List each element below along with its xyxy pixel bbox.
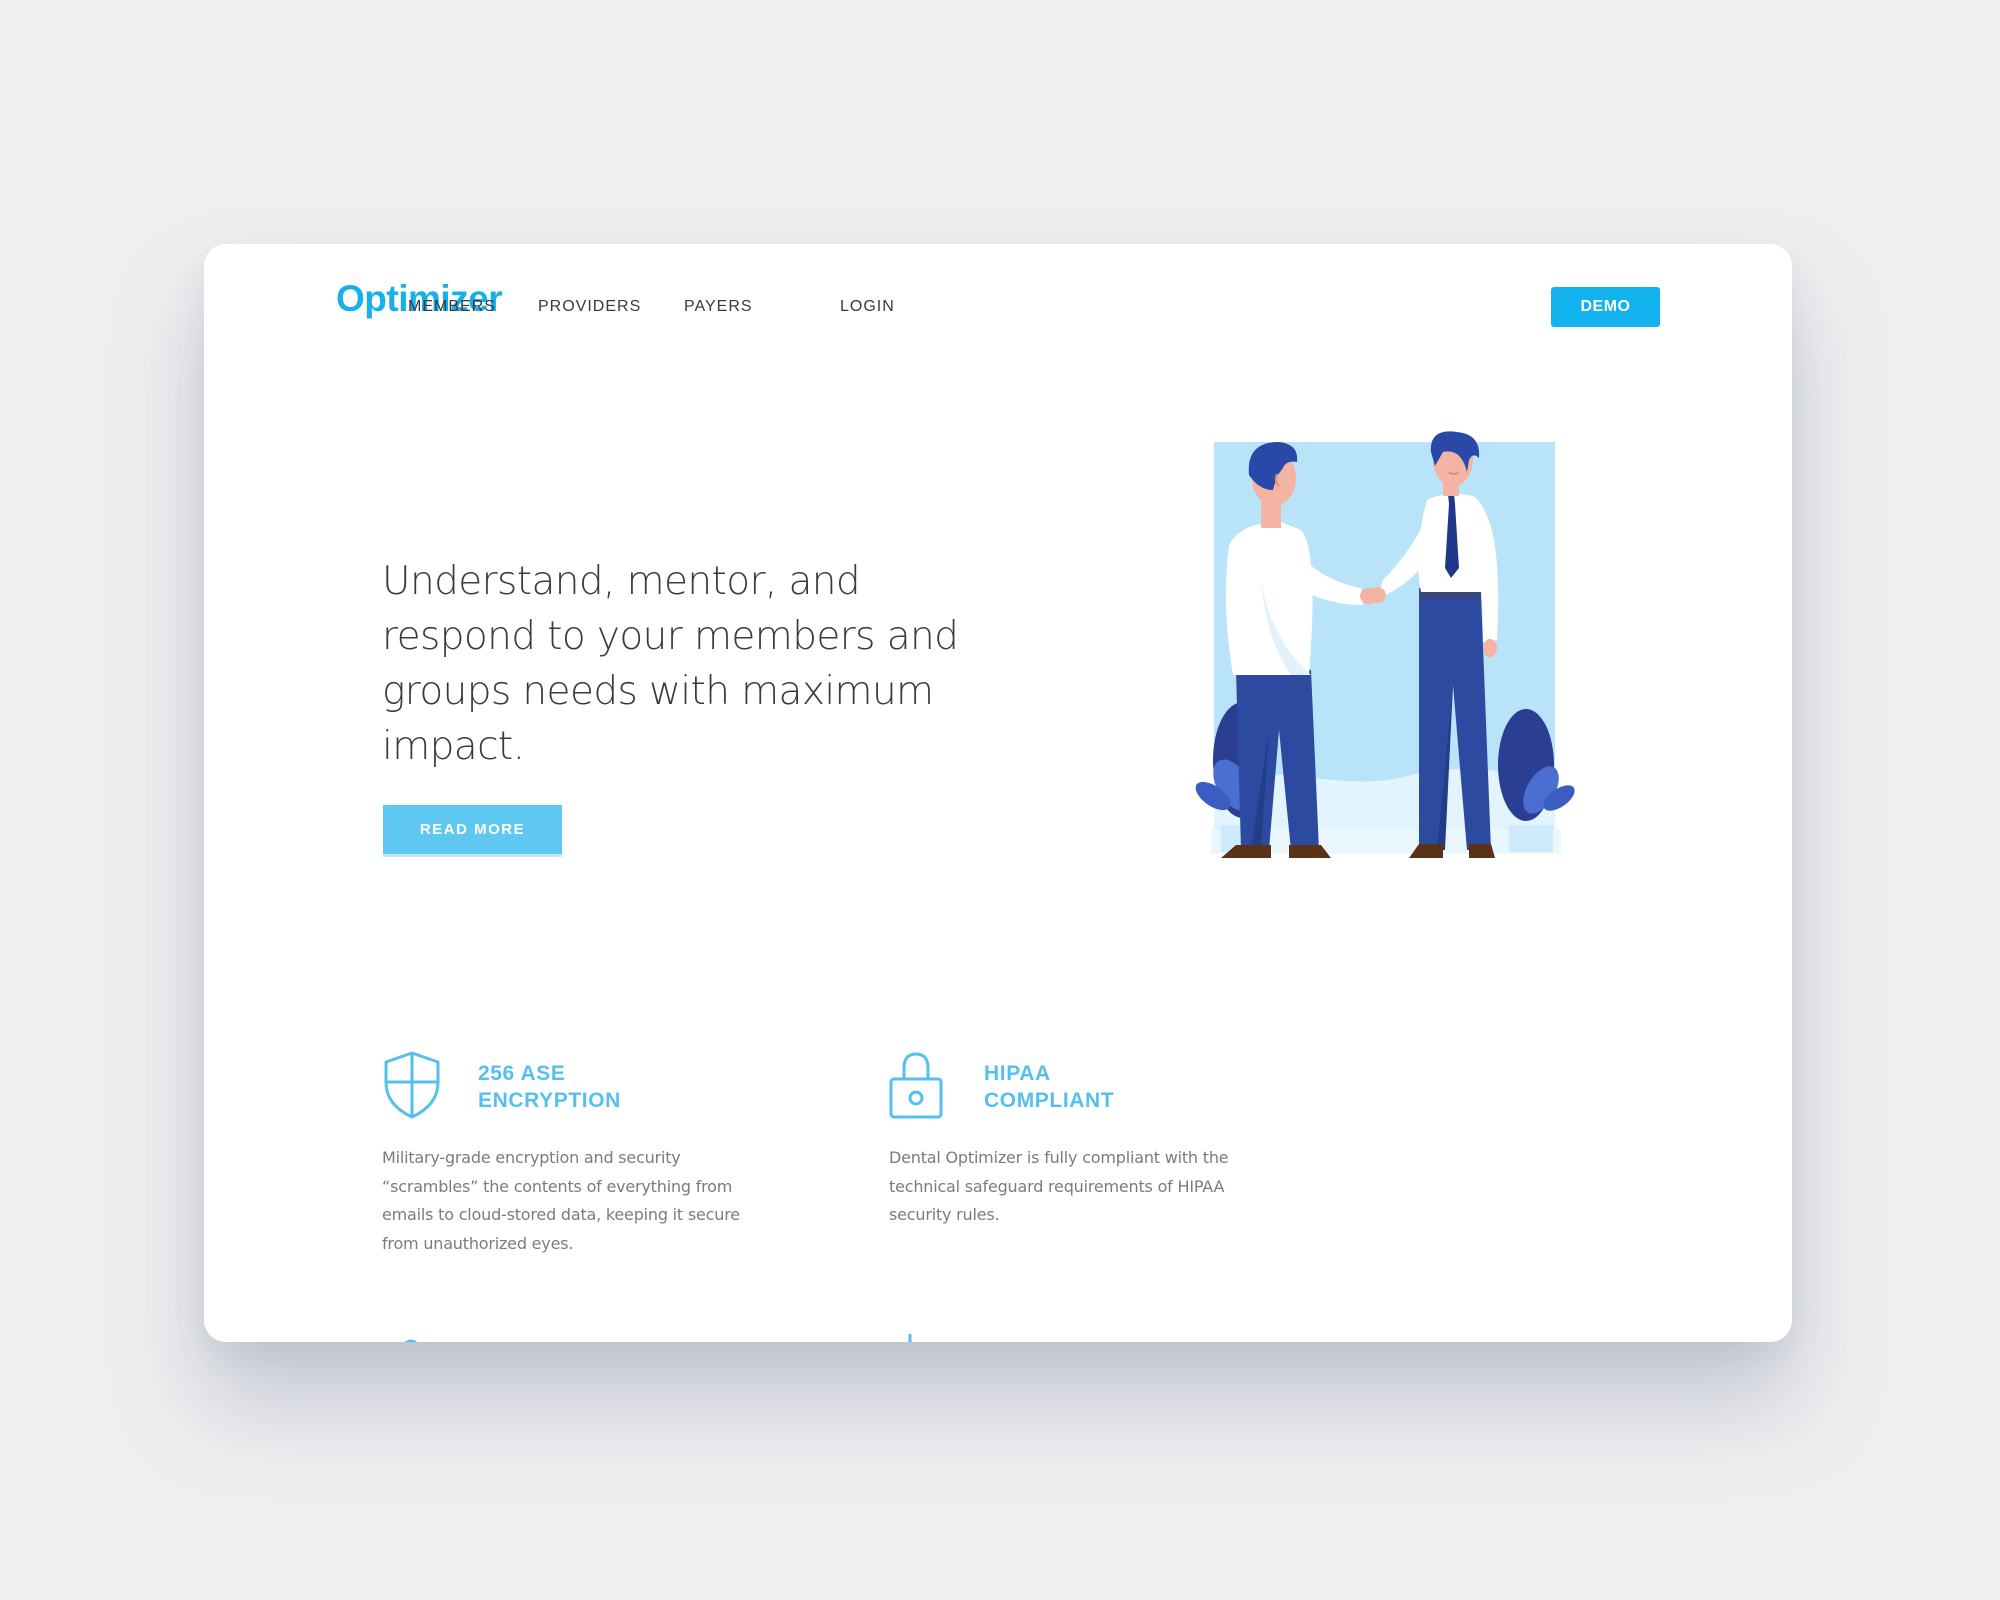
read-more-button[interactable]: READ MORE	[383, 805, 562, 854]
feature-title-line-2: ENCRYPTION	[478, 1089, 621, 1112]
demo-button[interactable]: DEMO	[1551, 287, 1660, 327]
lock-icon	[889, 1052, 943, 1119]
hero-headline: Understand, mentor, and respond to your …	[382, 559, 959, 769]
feature-title-line-2: COMPLIANT	[984, 1089, 1115, 1112]
shield-icon	[384, 1051, 440, 1119]
handshake-illustration	[1195, 431, 1575, 858]
partial-feature-icon	[404, 1339, 418, 1342]
browser-window: Optimizer MEMBERS PROVIDERS PAYERS LOGIN…	[204, 244, 1792, 1342]
feature-title: HIPAA COMPLIANT	[984, 1060, 1114, 1114]
feature-title: 256 ASE ENCRYPTION	[478, 1060, 621, 1114]
right-plant-icon	[1498, 709, 1575, 852]
nav-link-providers[interactable]: PROVIDERS	[538, 298, 641, 316]
nav-link-members[interactable]: MEMBERS	[408, 298, 496, 316]
nav-link-login[interactable]: LOGIN	[840, 298, 895, 316]
feature-description: Dental Optimizer is fully compliant with…	[889, 1148, 1229, 1224]
partial-feature-icon	[908, 1334, 912, 1342]
nav-link-payers[interactable]: PAYERS	[684, 298, 753, 316]
feature-description: Military-grade encryption and security “…	[382, 1148, 740, 1253]
feature-title-line-1: 256 ASE	[478, 1062, 566, 1085]
feature-title-line-1: HIPAA	[984, 1062, 1051, 1085]
